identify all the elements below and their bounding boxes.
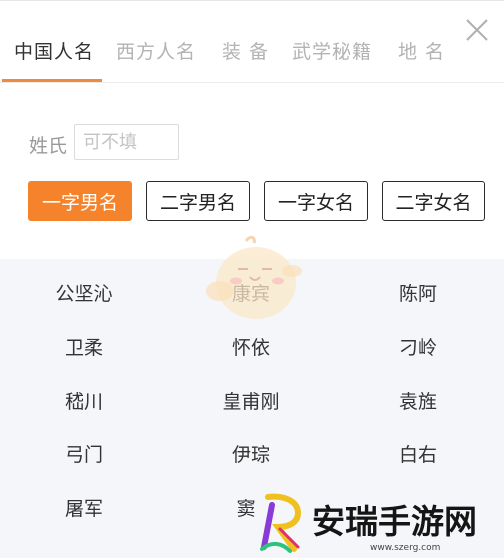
watermark-text: 安瑞手游网 (312, 502, 477, 541)
name-item[interactable]: 陈阿 (399, 279, 437, 306)
name-generator-panel: 中国人名 西方人名 装 备 武学秘籍 地 名 姓氏 一字男名 二字男名 一字女名… (0, 0, 504, 558)
name-item[interactable]: 屠军 (65, 494, 103, 521)
watermark-url: www.szerg.com (370, 543, 441, 553)
category-tabs: 中国人名 西方人名 装 备 武学秘籍 地 名 (0, 1, 504, 83)
name-item[interactable]: 皇甫刚 (222, 387, 279, 414)
name-item[interactable]: 袁旌 (399, 387, 437, 414)
tab-western-names[interactable]: 西方人名 (116, 37, 196, 64)
name-item[interactable]: 嵇川 (65, 387, 103, 414)
surname-input[interactable] (74, 124, 179, 160)
close-button[interactable] (462, 15, 492, 45)
name-item[interactable]: 怀依 (232, 333, 270, 360)
mascot-chick-icon (206, 235, 302, 319)
one-char-male-button[interactable]: 一字男名 (28, 181, 132, 221)
name-item[interactable]: 卫柔 (65, 333, 103, 360)
tab-chinese-names[interactable]: 中国人名 (14, 37, 94, 64)
tab-martial-arts[interactable]: 武学秘籍 (292, 37, 372, 64)
site-watermark: 安瑞手游网 www.szerg.com (250, 489, 504, 558)
one-char-female-button[interactable]: 一字女名 (264, 181, 368, 221)
close-icon (466, 19, 488, 41)
active-tab-indicator (2, 79, 102, 82)
tab-place-names[interactable]: 地 名 (398, 37, 445, 64)
name-item[interactable]: 公坚沁 (55, 279, 112, 306)
two-char-male-button[interactable]: 二字男名 (146, 181, 250, 221)
two-char-female-button[interactable]: 二字女名 (382, 181, 485, 221)
name-item[interactable]: 伊琮 (232, 440, 270, 467)
name-item[interactable]: 白右 (399, 440, 437, 467)
watermark-logo-icon (260, 493, 302, 553)
name-item[interactable]: 刁岭 (399, 333, 437, 360)
name-item[interactable]: 弓门 (65, 440, 103, 467)
tab-equipment[interactable]: 装 备 (222, 37, 269, 64)
surname-label: 姓氏 (29, 135, 68, 157)
